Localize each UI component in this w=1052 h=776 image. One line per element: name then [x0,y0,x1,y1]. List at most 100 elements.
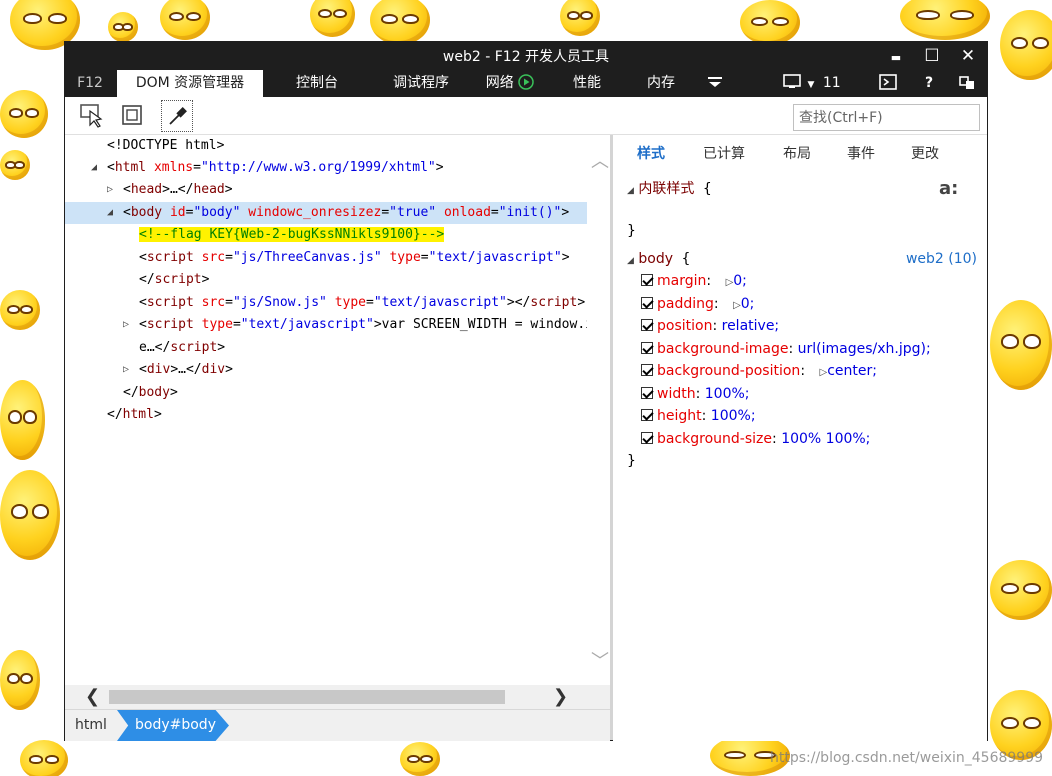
expand-triangle-icon[interactable]: ▷ [733,300,741,311]
scroll-down-icon[interactable]: ﹀ [591,647,609,673]
minimize-button[interactable]: ▬ [879,44,913,68]
dom-node-html-close[interactable]: </html> [65,404,587,426]
dom-node-script[interactable]: <script src="js/Snow.js" type="text/java… [65,292,587,314]
tab-changes[interactable]: 更改 [911,143,939,163]
breadcrumb: html body#body [65,709,610,741]
emoji-decoration [1000,10,1052,80]
expand-triangle-icon[interactable]: ▷ [107,179,117,201]
dom-node-script[interactable]: <script src="js/ThreeCanvas.js" type="te… [65,247,587,269]
close-icon: ✕ [960,46,976,66]
dom-node-html[interactable]: ◢ <html xmlns="http://www.w3.org/1999/xh… [65,157,587,179]
property-checkbox[interactable] [641,297,653,309]
emoji-decoration [740,0,800,45]
window-title: web2 - F12 开发人员工具 [442,49,610,65]
scroll-left-icon[interactable]: ❮ [85,686,100,707]
collapse-triangle-icon[interactable]: ◢ [627,256,634,266]
eyedropper-icon [169,107,187,125]
scroll-right-icon[interactable]: ❯ [553,686,568,707]
minimize-icon: ▬ [890,51,902,64]
emoji-decoration [370,0,430,45]
find-input[interactable] [793,104,980,131]
emoji-decoration [0,150,30,180]
dom-node-comment[interactable]: <!--flag KEY{Web-2-bugKssNNikls9100}--> [65,224,587,246]
tab-network[interactable]: 网络 [479,70,541,97]
color-picker-button[interactable] [161,100,193,132]
expand-triangle-icon[interactable]: ▷ [123,314,133,336]
emulation-count: 11 [822,75,841,91]
tab-memory[interactable]: 内存 [637,70,685,97]
property-checkbox[interactable] [641,342,653,354]
style-property[interactable]: background-size: 100% 100%; [641,428,870,450]
tab-layout[interactable]: 布局 [783,143,811,163]
emoji-decoration [900,0,990,40]
emulation-button[interactable]: ▼ 11 [783,70,843,97]
tab-dom-explorer[interactable]: DOM 资源管理器 [117,70,263,97]
tab-performance[interactable]: 性能 [563,70,611,97]
tab-events[interactable]: 事件 [847,143,875,163]
expand-triangle-icon[interactable]: ▷ [123,359,133,381]
dom-tree[interactable]: <!DOCTYPE html> ◢ <html xmlns="http://ww… [65,135,610,709]
horizontal-scrollbar[interactable]: ❮ ❯ [65,685,610,709]
scroll-up-icon[interactable]: ︿ [591,147,609,173]
breadcrumb-body[interactable]: body#body [117,710,229,741]
style-property[interactable]: height: 100%; [641,405,756,427]
property-checkbox[interactable] [641,274,653,286]
style-property[interactable]: padding: ▷0; [641,293,754,315]
dom-node-div[interactable]: ▷ <div>…</div> [65,359,587,381]
tab-debugger[interactable]: 调试程序 [383,70,459,97]
new-rule-icon[interactable]: a: [939,178,958,199]
undock-button[interactable] [959,70,977,97]
tool-tabs: F12 DOM 资源管理器 控制台 调试程序 网络 性能 内存 ▼ 11 ? [65,70,987,97]
style-property[interactable]: background-position: ▷center; [641,360,877,382]
emoji-decoration [990,560,1052,620]
property-checkbox[interactable] [641,432,653,444]
dom-node-script[interactable]: ▷ <script type="text/javascript">var SCR… [65,314,587,336]
collapse-triangle-icon[interactable]: ◢ [107,202,117,224]
help-button[interactable]: ? [925,70,939,97]
property-checkbox[interactable] [641,387,653,399]
tab-computed[interactable]: 已计算 [703,143,745,163]
dom-node-head[interactable]: ▷ <head>…</head> [65,179,587,201]
collapse-triangle-icon[interactable]: ◢ [627,186,634,196]
property-checkbox[interactable] [641,319,653,331]
property-checkbox[interactable] [641,409,653,421]
style-property[interactable]: margin: ▷0; [641,270,747,292]
emoji-decoration [160,0,210,40]
vertical-scrollbar[interactable]: ︿ ﹀ [587,135,610,685]
tab-f12[interactable]: F12 [71,70,109,97]
tab-network-label: 网络 [485,75,514,91]
style-property[interactable]: width: 100%; [641,383,750,405]
undock-icon [959,76,974,89]
style-property[interactable]: position: relative; [641,315,779,337]
breadcrumb-html[interactable]: html [75,710,107,741]
scroll-thumb[interactable] [109,690,505,704]
dropdown-arrow-icon: ▼ [807,80,815,90]
dom-node-body-close[interactable]: </body> [65,382,587,404]
tab-console[interactable]: 控制台 [283,70,351,97]
maximize-button[interactable]: ☐ [915,44,949,68]
console-toggle-button[interactable] [879,70,899,97]
stylesheet-source-link[interactable]: web2 (10) [906,251,977,267]
play-icon [518,74,534,90]
property-checkbox[interactable] [641,364,653,376]
dom-node-doctype[interactable]: <!DOCTYPE html> [65,135,587,157]
monitor-icon [783,74,801,88]
devtools-window: web2 - F12 开发人员工具 ▬ ☐ ✕ F12 DOM 资源管理器 控制… [64,41,988,741]
dom-node-script-continuation[interactable]: e…</script> [65,337,587,359]
highlight-element-button[interactable] [117,100,149,132]
select-element-button[interactable] [77,100,109,132]
body-rule-header[interactable]: ◢ body { [627,248,690,270]
terminal-icon [879,74,897,90]
collapse-triangle-icon[interactable]: ◢ [91,157,101,179]
title-bar[interactable]: web2 - F12 开发人员工具 ▬ ☐ ✕ [65,42,987,70]
dom-node-script-close[interactable]: </script> [65,269,587,291]
chevron-down-icon [708,77,722,87]
inline-style-header[interactable]: ◢ 内联样式 { [627,178,712,200]
style-property[interactable]: background-image: url(images/xh.jpg); [641,338,931,360]
dom-node-body[interactable]: ◢ <body id="body" windowc_onresizez="tru… [65,202,587,224]
dom-toolbar [65,97,987,135]
more-tabs-button[interactable] [708,70,726,97]
emoji-decoration [310,0,355,37]
close-button[interactable]: ✕ [951,44,985,68]
tab-styles[interactable]: 样式 [637,143,665,163]
